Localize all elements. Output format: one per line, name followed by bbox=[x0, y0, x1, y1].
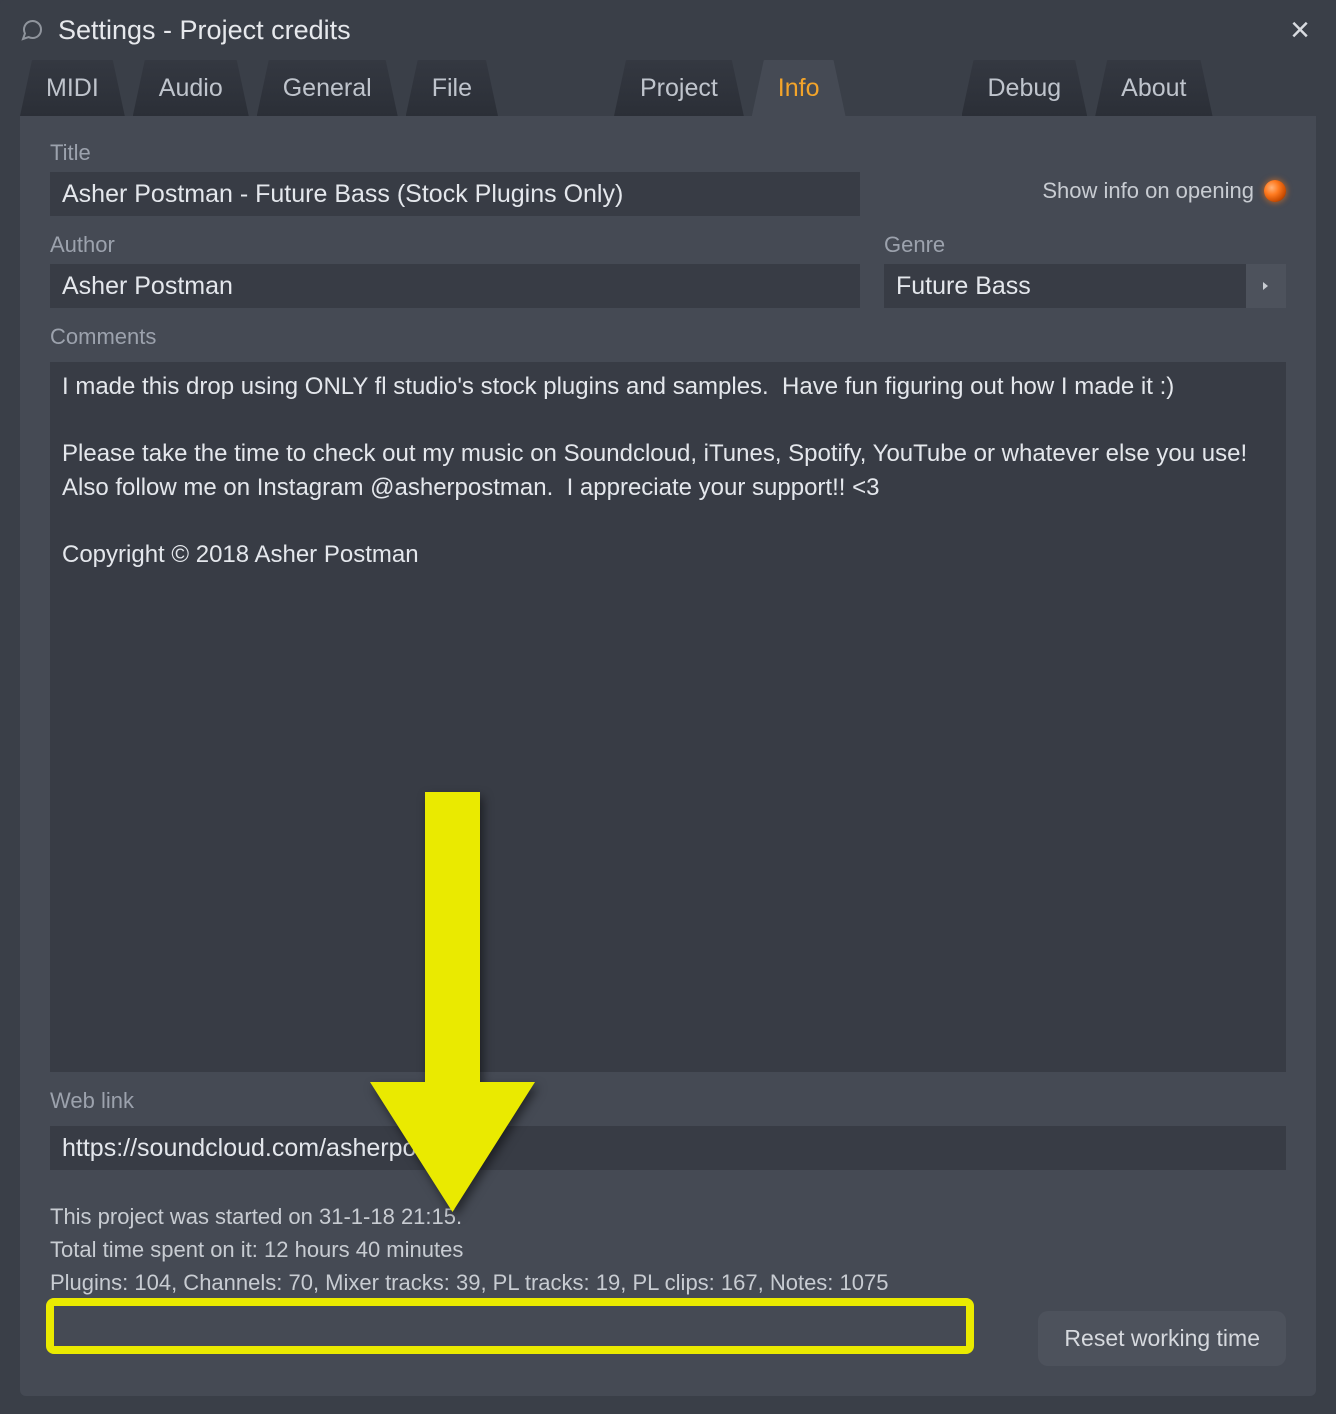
titlebar: Settings - Project credits × bbox=[0, 0, 1336, 56]
reset-working-time-button[interactable]: Reset working time bbox=[1038, 1311, 1286, 1366]
tab-audio[interactable]: Audio bbox=[133, 60, 249, 116]
window-title: Settings - Project credits bbox=[58, 15, 1282, 46]
chevron-right-icon bbox=[1261, 280, 1271, 292]
tab-debug[interactable]: Debug bbox=[962, 60, 1088, 116]
tab-file[interactable]: File bbox=[406, 60, 498, 116]
title-input[interactable] bbox=[50, 172, 860, 216]
author-label: Author bbox=[50, 232, 860, 258]
comments-label: Comments bbox=[50, 324, 1286, 350]
genre-dropdown-button[interactable] bbox=[1246, 264, 1286, 308]
project-started-line: This project was started on 31-1-18 21:1… bbox=[50, 1200, 1286, 1233]
show-info-label: Show info on opening bbox=[1042, 178, 1254, 204]
genre-input[interactable] bbox=[884, 264, 1246, 308]
tabs-bar: MIDI Audio General File Project Info Deb… bbox=[0, 56, 1336, 116]
info-panel: Title Show info on opening Author Genre bbox=[20, 116, 1316, 1396]
project-counts-line: Plugins: 104, Channels: 70, Mixer tracks… bbox=[50, 1266, 1286, 1299]
tab-info[interactable]: Info bbox=[752, 60, 846, 116]
tab-project[interactable]: Project bbox=[614, 60, 744, 116]
tab-about[interactable]: About bbox=[1095, 60, 1212, 116]
comments-input[interactable] bbox=[50, 362, 1286, 1072]
title-label: Title bbox=[50, 140, 860, 166]
project-time-line: Total time spent on it: 12 hours 40 minu… bbox=[50, 1233, 1286, 1266]
chat-bubble-icon bbox=[18, 16, 46, 44]
tab-midi[interactable]: MIDI bbox=[20, 60, 125, 116]
project-stats: This project was started on 31-1-18 21:1… bbox=[50, 1200, 1286, 1299]
author-input[interactable] bbox=[50, 264, 860, 308]
tab-general[interactable]: General bbox=[257, 60, 398, 116]
weblink-input[interactable] bbox=[50, 1126, 1286, 1170]
arrow-annotation bbox=[370, 792, 535, 1212]
show-info-toggle[interactable] bbox=[1264, 180, 1286, 202]
genre-label: Genre bbox=[884, 232, 1286, 258]
weblink-label: Web link bbox=[50, 1088, 1286, 1114]
close-icon[interactable]: × bbox=[1282, 13, 1318, 47]
